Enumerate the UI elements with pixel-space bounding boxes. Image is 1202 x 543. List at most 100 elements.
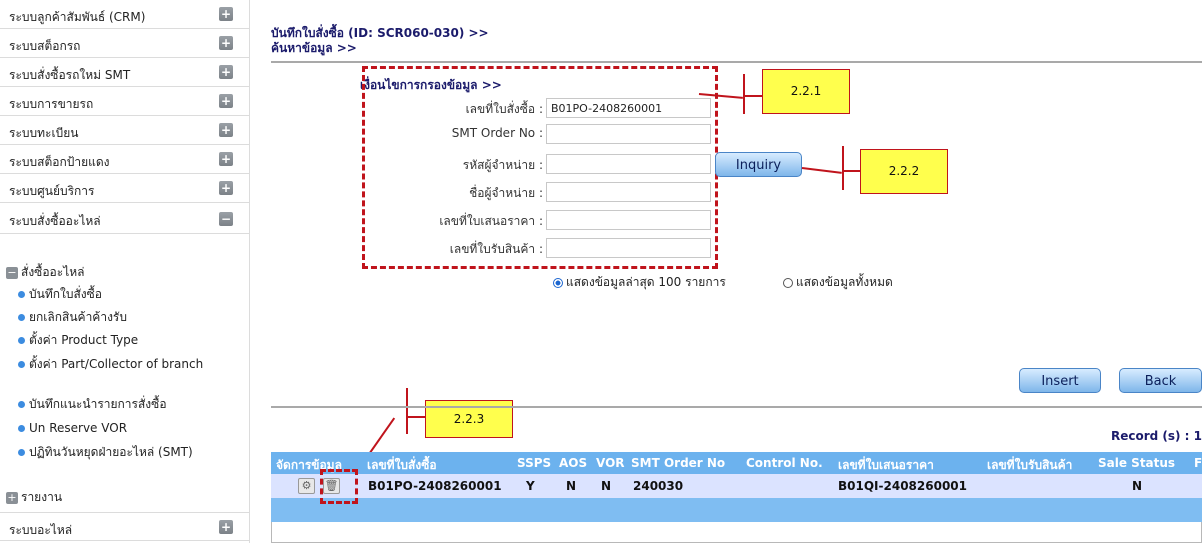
bullet-icon — [18, 425, 25, 432]
sidebar-item-label: ระบบสั่งซื้ออะไหล่ — [9, 214, 101, 228]
sidebar-subitem-product-type[interactable]: ตั้งค่า Product Type — [18, 333, 233, 347]
radio-label: แสดงข้อมูลทั้งหมด — [796, 275, 893, 289]
sidebar-subgroup-report[interactable]: + รายงาน — [6, 488, 62, 507]
col-po-number: เลขที่ใบสั่งซื้อ — [367, 458, 437, 472]
subitem-label: บันทึกแนะนำรายการสั่งซื้อ — [29, 397, 167, 411]
sidebar-item-car-sales[interactable]: ระบบการขายรถ + — [0, 87, 249, 116]
bullet-icon — [18, 291, 25, 298]
callout-line — [743, 74, 745, 114]
cell-quote-number: B01QI-2408260001 — [838, 479, 967, 493]
sidebar-item-label: ระบบศูนย์บริการ — [9, 184, 95, 198]
cell-smt-order: 240030 — [633, 479, 684, 493]
cell-ssps: Y — [526, 479, 535, 493]
cell-sale-status: N — [1132, 479, 1143, 493]
record-count: Record (s) : 1 — [1110, 429, 1202, 443]
expand-icon[interactable]: + — [219, 36, 233, 50]
expand-icon[interactable]: + — [219, 65, 233, 79]
expand-icon[interactable]: + — [6, 491, 18, 504]
col-receipt-number: เลขที่ใบรับสินค้า — [987, 458, 1073, 472]
sidebar-item-car-stock[interactable]: ระบบสต็อกรถ + — [0, 29, 249, 58]
sidebar-subgroup-parts[interactable]: − สั่งซื้ออะไหล่ — [6, 263, 85, 282]
bullet-icon — [18, 337, 25, 344]
subitem-label: บันทึกใบสั่งซื้อ — [29, 287, 103, 301]
expand-icon[interactable]: + — [219, 152, 233, 166]
expand-icon[interactable]: + — [219, 123, 233, 137]
sidebar-subitem-part-collector[interactable]: ตั้งค่า Part/Collector of branch — [18, 357, 233, 371]
subitem-label: Un Reserve VOR — [29, 421, 128, 435]
expand-icon[interactable]: + — [219, 520, 233, 534]
col-f: F — [1194, 456, 1202, 470]
radio-show-all[interactable]: แสดงข้อมูลทั้งหมด — [783, 273, 893, 292]
subitem-label: ปฏิทินวันหยุดฝ่ายอะไหล่ (SMT) — [29, 445, 193, 459]
callout-line — [842, 146, 844, 190]
sidebar-item-label: ระบบสต็อกป้ายแดง — [9, 155, 110, 169]
divider — [271, 61, 1202, 63]
radio-label: แสดงข้อมูลล่าสุด 100 รายการ — [566, 275, 726, 289]
sidebar-item-smt-order[interactable]: ระบบสั่งซื้อรถใหม่ SMT + — [0, 58, 249, 87]
collapse-icon[interactable]: − — [219, 212, 233, 226]
cell-aos: N — [566, 479, 577, 493]
inquiry-button[interactable]: Inquiry — [715, 152, 802, 177]
col-aos: AOS — [559, 456, 588, 470]
sidebar-item-label: ระบบการขายรถ — [9, 97, 94, 111]
callout-line — [842, 170, 860, 172]
subgroup-label: สั่งซื้ออะไหล่ — [21, 265, 85, 279]
sidebar-item-parts[interactable]: ระบบอะไหล่ + — [0, 512, 249, 541]
main-content: บันทึกใบสั่งซื้อ (ID: SCR060-030) >> ค้น… — [250, 0, 1202, 543]
sidebar-subitem-cancel-backorder[interactable]: ยกเลิกสินค้าค้างรับ — [18, 310, 233, 324]
sidebar-item-red-plate[interactable]: ระบบสต็อกป้ายแดง + — [0, 145, 249, 174]
col-sale-status: Sale Status — [1098, 456, 1176, 470]
sidebar-subitem-holiday-calendar[interactable]: ปฏิทินวันหยุดฝ่ายอะไหล่ (SMT) — [18, 445, 233, 459]
expand-icon[interactable]: + — [219, 94, 233, 108]
col-ssps: SSPS — [517, 456, 552, 470]
highlight-box-actions — [320, 469, 358, 504]
callout-line — [801, 167, 842, 174]
table-row-empty — [271, 498, 1202, 522]
bullet-icon — [18, 401, 25, 408]
divider — [271, 406, 1202, 408]
subgroup-label: รายงาน — [21, 490, 63, 504]
radio-latest-100[interactable]: แสดงข้อมูลล่าสุด 100 รายการ — [553, 273, 726, 292]
sidebar-subitem-po-entry[interactable]: บันทึกใบสั่งซื้อ — [18, 287, 233, 301]
sidebar-subitem-order-suggest[interactable]: บันทึกแนะนำรายการสั่งซื้อ — [18, 397, 233, 411]
callout-2-2-2: 2.2.2 — [860, 149, 948, 194]
sidebar-item-label: ระบบทะเบียน — [9, 126, 79, 140]
col-vor: VOR — [596, 456, 625, 470]
sidebar-item-label: ระบบสต็อกรถ — [9, 39, 81, 53]
callout-line — [406, 388, 408, 434]
sidebar-item-label: ระบบอะไหล่ — [9, 523, 73, 537]
cell-po-number: B01PO-2408260001 — [368, 479, 502, 493]
insert-button[interactable]: Insert — [1019, 368, 1101, 393]
collapse-icon[interactable]: − — [6, 266, 18, 279]
sidebar-item-crm[interactable]: ระบบลูกค้าสัมพันธ์ (CRM) + — [0, 0, 249, 29]
callout-line — [406, 416, 425, 418]
back-button[interactable]: Back — [1119, 368, 1202, 393]
col-quote-number: เลขที่ใบเสนอราคา — [838, 458, 934, 472]
table-header: จัดการข้อมูล เลขที่ใบสั่งซื้อ SSPS AOS V… — [271, 452, 1202, 474]
table-row[interactable]: ⚙ 🗑 B01PO-2408260001 Y N N 240030 B01QI-… — [271, 474, 1202, 498]
radio-unchecked-icon — [783, 277, 793, 288]
settings-gear-icon[interactable]: ⚙ — [298, 478, 315, 494]
col-smt-order: SMT Order No — [631, 456, 726, 470]
callout-line — [743, 95, 762, 97]
expand-icon[interactable]: + — [219, 181, 233, 195]
sidebar-item-label: ระบบลูกค้าสัมพันธ์ (CRM) — [9, 10, 146, 24]
cell-vor: N — [601, 479, 612, 493]
subitem-label: ตั้งค่า Product Type — [29, 333, 139, 347]
subitem-label: ตั้งค่า Part/Collector of branch — [29, 357, 204, 371]
sidebar: ระบบลูกค้าสัมพันธ์ (CRM) + ระบบสต็อกรถ + ร… — [0, 0, 250, 543]
bullet-icon — [18, 449, 25, 456]
sidebar-item-service[interactable]: ระบบศูนย์บริการ + — [0, 174, 249, 203]
bullet-icon — [18, 361, 25, 368]
subitem-label: ยกเลิกสินค้าค้างรับ — [29, 310, 127, 324]
callout-2-2-1: 2.2.1 — [762, 69, 850, 114]
sidebar-item-parts-order[interactable]: ระบบสั่งซื้ออะไหล่ − — [0, 203, 249, 234]
highlight-box-filter — [362, 66, 718, 269]
bullet-icon — [18, 314, 25, 321]
radio-checked-icon — [553, 277, 563, 288]
expand-icon[interactable]: + — [219, 7, 233, 21]
sidebar-subitem-unreserve-vor[interactable]: Un Reserve VOR — [18, 421, 233, 435]
sidebar-item-label: ระบบสั่งซื้อรถใหม่ SMT — [9, 68, 131, 82]
col-control-no: Control No. — [746, 456, 823, 470]
sidebar-item-registration[interactable]: ระบบทะเบียน + — [0, 116, 249, 145]
